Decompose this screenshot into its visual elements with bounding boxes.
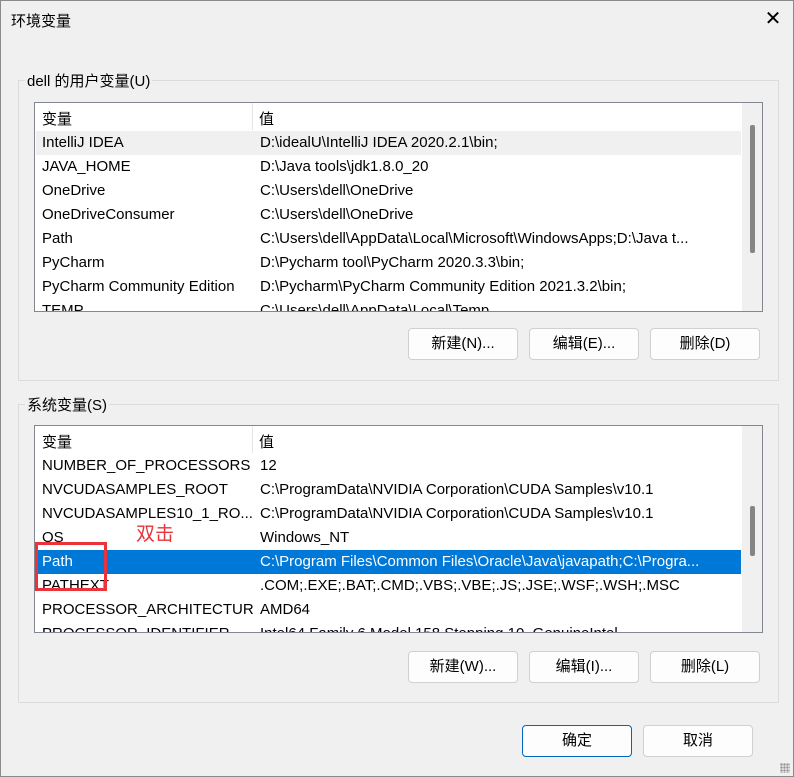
ok-button[interactable]: 确定 bbox=[522, 725, 632, 757]
table-row[interactable]: PROCESSOR_IDENTIFIER Intel64 Family 6 Mod… bbox=[36, 622, 741, 632]
variable-name: JAVA_HOME bbox=[42, 158, 131, 175]
variable-name: NVCUDASAMPLES_ROOT bbox=[42, 481, 228, 498]
system-edit-button[interactable]: 编辑(I)... bbox=[529, 651, 639, 683]
variable-value: AMD64 bbox=[260, 601, 311, 618]
user-new-button[interactable]: 新建(N)... bbox=[408, 328, 518, 360]
variable-name: IntelliJ IDEA bbox=[42, 134, 124, 151]
variable-value: C:\Users\dell\AppData\Local\Microsoft\Wi… bbox=[260, 230, 689, 247]
column-header-variable[interactable]: 变量 bbox=[42, 431, 72, 452]
scrollbar[interactable] bbox=[742, 103, 762, 311]
table-row[interactable]: NUMBER_OF_PROCESSORS 12 bbox=[36, 454, 741, 478]
table-row[interactable]: Path C:\Program Files\Common Files\Oracle… bbox=[36, 550, 741, 574]
system-variables-legend: 系统变量(S) bbox=[25, 394, 109, 415]
table-row[interactable]: PROCESSOR_ARCHITECTURE AMD64 bbox=[36, 598, 741, 622]
list-header: 变量 值 bbox=[35, 426, 742, 453]
table-row[interactable]: PyCharm Community Edition D:\Pycharm\PyCh… bbox=[36, 275, 741, 299]
scrollbar-thumb[interactable] bbox=[750, 125, 755, 253]
table-row[interactable]: NVCUDASAMPLES_ROOT C:\ProgramData\NVIDIA … bbox=[36, 478, 741, 502]
column-header-variable[interactable]: 变量 bbox=[42, 108, 72, 129]
user-variables-legend: dell 的用户变量(U) bbox=[25, 70, 153, 91]
variable-name: PROCESSOR_ARCHITECTURE bbox=[42, 601, 254, 618]
table-row[interactable]: PyCharm D:\Pycharm tool\PyCharm 2020.3.3\… bbox=[36, 251, 741, 275]
variable-value: C:\Users\dell\OneDrive bbox=[260, 206, 414, 223]
table-row[interactable]: PATHEXT .COM;.EXE;.BAT;.CMD;.VBS;.VBE;.JS… bbox=[36, 574, 741, 598]
window-title: 环境变量 bbox=[11, 13, 72, 30]
scrollbar-thumb[interactable] bbox=[750, 506, 755, 556]
variable-name: Path bbox=[42, 230, 73, 247]
table-row[interactable]: JAVA_HOME D:\Java tools\jdk1.8.0_20 bbox=[36, 155, 741, 179]
scrollbar[interactable] bbox=[742, 426, 762, 632]
environment-variables-dialog: 环境变量 ✕ dell 的用户变量(U) 变量 值 IntelliJ IDEA D… bbox=[0, 0, 794, 777]
variable-name: NUMBER_OF_PROCESSORS bbox=[42, 457, 251, 474]
close-icon[interactable]: ✕ bbox=[761, 7, 785, 31]
annotation-double-click: 双击 bbox=[136, 524, 175, 545]
variable-name: PyCharm Community Edition bbox=[42, 278, 235, 295]
variable-value: C:\Users\dell\OneDrive bbox=[260, 182, 414, 199]
annotation-highlight-box bbox=[35, 542, 107, 591]
cancel-button[interactable]: 取消 bbox=[643, 725, 753, 757]
user-edit-button[interactable]: 编辑(E)... bbox=[529, 328, 639, 360]
list-header: 变量 值 bbox=[35, 103, 742, 130]
variable-value: .COM;.EXE;.BAT;.CMD;.VBS;.VBE;.JS;.JSE;.… bbox=[260, 577, 680, 594]
column-header-value[interactable]: 值 bbox=[259, 431, 274, 452]
system-new-button[interactable]: 新建(W)... bbox=[408, 651, 518, 683]
variable-value: 12 bbox=[260, 457, 277, 474]
variable-value: Intel64 Family 6 Model 158 Stepping 10, … bbox=[260, 622, 738, 632]
variable-name: PyCharm bbox=[42, 254, 105, 271]
user-variables-list[interactable]: 变量 值 IntelliJ IDEA D:\idealU\IntelliJ IDE… bbox=[34, 102, 763, 312]
user-delete-button[interactable]: 删除(D) bbox=[650, 328, 760, 360]
variable-value: D:\Pycharm\PyCharm Community Edition 202… bbox=[260, 278, 626, 295]
variable-value: D:\Pycharm tool\PyCharm 2020.3.3\bin; bbox=[260, 254, 525, 271]
variable-value: Windows_NT bbox=[260, 529, 350, 546]
variable-value: C:\Program Files\Common Files\Oracle\Jav… bbox=[260, 553, 700, 570]
table-row[interactable]: IntelliJ IDEA D:\idealU\IntelliJ IDEA 202… bbox=[36, 131, 741, 155]
table-row[interactable]: OneDrive C:\Users\dell\OneDrive bbox=[36, 179, 741, 203]
table-row[interactable]: TEMP C:\Users\dell\AppData\Local\Temp bbox=[36, 299, 741, 312]
variable-value: D:\Java tools\jdk1.8.0_20 bbox=[260, 158, 429, 175]
column-divider[interactable] bbox=[252, 426, 253, 453]
variable-value: C:\ProgramData\NVIDIA Corporation\CUDA S… bbox=[260, 481, 654, 498]
variable-value: D:\idealU\IntelliJ IDEA 2020.2.1\bin; bbox=[260, 134, 498, 151]
column-divider[interactable] bbox=[252, 103, 253, 130]
variable-name: TEMP bbox=[42, 302, 84, 312]
variable-value: C:\ProgramData\NVIDIA Corporation\CUDA S… bbox=[260, 505, 654, 522]
system-delete-button[interactable]: 删除(L) bbox=[650, 651, 760, 683]
variable-name: OneDrive bbox=[42, 182, 106, 199]
variable-name: PROCESSOR_IDENTIFIER bbox=[42, 622, 254, 632]
table-row[interactable]: OneDriveConsumer C:\Users\dell\OneDrive bbox=[36, 203, 741, 227]
column-header-value[interactable]: 值 bbox=[259, 108, 274, 129]
variable-name: OneDriveConsumer bbox=[42, 206, 175, 223]
variable-value: C:\Users\dell\AppData\Local\Temp bbox=[260, 302, 490, 312]
table-row[interactable]: Path C:\Users\dell\AppData\Local\Microsof… bbox=[36, 227, 741, 251]
resize-grip-icon[interactable] bbox=[780, 763, 790, 773]
